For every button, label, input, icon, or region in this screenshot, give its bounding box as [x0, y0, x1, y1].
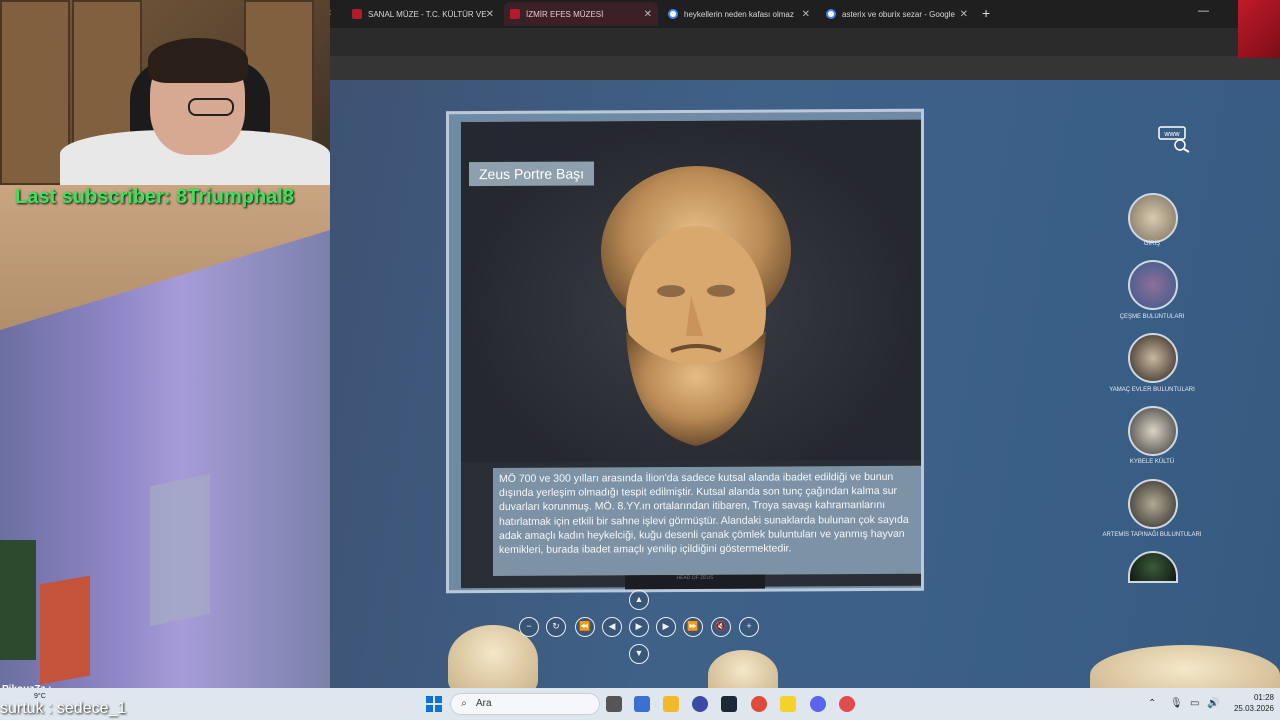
reset-button[interactable]: ↻ — [546, 617, 566, 637]
volume-icon[interactable]: 🔊 — [1207, 698, 1219, 709]
museum-favicon-icon — [352, 9, 362, 19]
artifact-description: MÖ 700 ve 300 yılları arasında İlion'da … — [493, 465, 921, 577]
weather-temp: 9°C — [34, 693, 46, 700]
chat-message: surtuk : sedece_1 — [0, 700, 127, 717]
wall-info-panel — [150, 473, 210, 627]
room-thumb-cesme[interactable] — [1128, 260, 1178, 310]
close-icon[interactable]: ✕ — [960, 9, 968, 20]
room-thumb-kybele[interactable] — [1128, 406, 1178, 456]
glasses — [188, 98, 234, 116]
svg-text:www: www — [1163, 131, 1180, 138]
app-icon[interactable] — [839, 696, 855, 712]
streamer-hair — [148, 38, 248, 83]
minimize-icon[interactable]: — — [1198, 5, 1209, 17]
room-label: KYBELE KÜLTÜ — [1129, 459, 1175, 465]
google-favicon-icon — [668, 9, 678, 19]
look-left-button[interactable]: ◀ — [602, 617, 622, 637]
google-favicon-icon — [826, 9, 836, 19]
room-thumb-giris[interactable] — [1128, 193, 1178, 243]
corner-flag-image — [1238, 0, 1280, 58]
zoom-out-button[interactable]: − — [519, 617, 539, 637]
close-icon[interactable]: ✕ — [486, 9, 494, 20]
room-label: GİRİŞ — [1143, 241, 1161, 247]
clock-date: 25.03.2026 — [1233, 704, 1274, 713]
museum-favicon-icon — [510, 9, 520, 19]
marble-bust — [708, 650, 778, 690]
web-search-icon[interactable]: www — [1158, 125, 1190, 153]
zeus-head-image — [601, 165, 791, 446]
discord-icon[interactable] — [810, 696, 826, 712]
look-down-button[interactable]: ▼ — [629, 644, 649, 664]
tab-sanal-muze[interactable]: SANAL MÜZE - T.C. KÜLTÜR VE ✕ — [346, 2, 500, 26]
search-placeholder: Ara — [476, 698, 492, 709]
webcam-overlay — [0, 0, 330, 185]
network-icon[interactable]: ▭ — [1190, 698, 1199, 709]
room-label: ÇEŞME BULUNTULARI — [1119, 314, 1185, 320]
file-explorer-icon[interactable] — [663, 696, 679, 712]
search-icon: ⌕ — [461, 698, 467, 709]
new-tab-button[interactable]: + — [982, 5, 990, 21]
look-up-button[interactable]: ▲ — [629, 590, 649, 610]
chrome-icon[interactable] — [751, 696, 767, 712]
artifact-panel-inner: Zeus Portre Başı MÖ 700 ve 300 yılları a… — [461, 119, 921, 590]
taskbar-search[interactable] — [450, 693, 600, 715]
look-right-button[interactable]: ▶ — [656, 617, 676, 637]
exhibit-stand — [0, 540, 36, 660]
obs-icon[interactable] — [692, 696, 708, 712]
room-thumb-yamac-evler[interactable] — [1128, 333, 1178, 383]
microphone-icon[interactable]: 🎙 — [1170, 698, 1183, 709]
tray-chevron-icon[interactable]: ⌃ — [1148, 698, 1156, 709]
zoom-in-button[interactable]: + — [739, 617, 759, 637]
tab-izmir-efes[interactable]: İZMİR EFES MÜZESİ ✕ — [504, 2, 658, 26]
artifact-title: Zeus Portre Başı — [469, 161, 595, 187]
taskbar-clock[interactable]: 01:28 25.03.2026 — [1228, 692, 1274, 714]
rewind-button[interactable]: ⏪ — [575, 617, 595, 637]
marble-bust — [1090, 645, 1280, 690]
room-label: ARTEMİS TAPINAĞI BULUNTULARI — [1102, 532, 1202, 538]
fast-forward-button[interactable]: ⏩ — [683, 617, 703, 637]
task-view-icon[interactable] — [606, 696, 622, 712]
artifact-panel: Zeus Portre Başı MÖ 700 ve 300 yılları a… — [446, 108, 924, 594]
exhibit-stand — [40, 575, 90, 685]
room-label: YAMAÇ EVLER BULUNTULARI — [1109, 387, 1195, 393]
room-thumb-artemis[interactable] — [1128, 479, 1178, 529]
tab-heykeller[interactable]: heykellerin neden kafası olmaz ✕ — [662, 2, 816, 26]
steam-icon[interactable] — [721, 696, 737, 712]
calculator-icon[interactable] — [634, 696, 650, 712]
tab-asterix[interactable]: asterix ve oburix sezar - Google ✕ — [820, 2, 974, 26]
artifact-plaque: HEAD OF ZEUS — [625, 574, 765, 590]
last-subscriber-text: Last subscriber: 8Triumphal8 — [15, 186, 294, 208]
mute-button[interactable]: 🔇 — [711, 617, 731, 637]
clock-time: 01:28 — [1253, 693, 1274, 702]
notes-icon[interactable] — [780, 696, 796, 712]
windows-start-icon[interactable] — [426, 696, 442, 712]
close-icon[interactable]: ✕ — [802, 9, 810, 20]
play-button[interactable]: ▶ — [629, 617, 649, 637]
close-icon[interactable]: ✕ — [644, 9, 652, 20]
